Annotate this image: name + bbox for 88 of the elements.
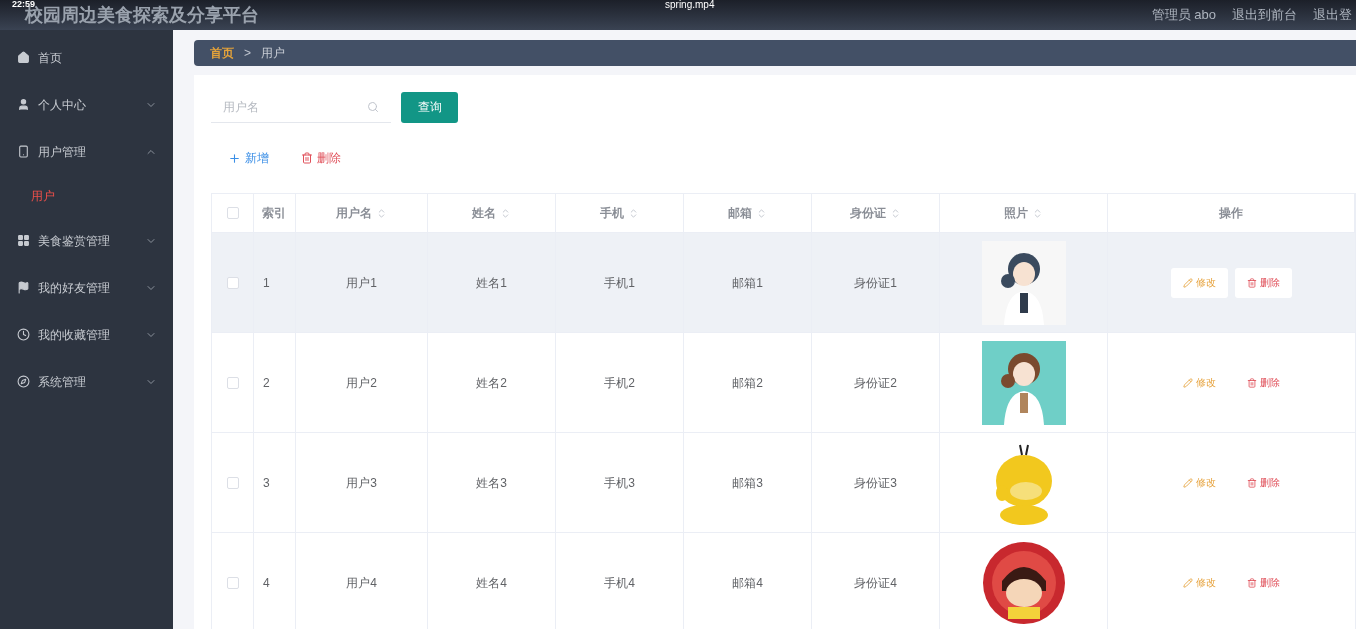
table-cell-text: 手机2: [604, 374, 635, 392]
sidebar-item[interactable]: 美食鉴赏管理: [0, 217, 173, 264]
column-header: 操作: [1219, 205, 1243, 222]
header-link[interactable]: 退出登: [1313, 5, 1352, 25]
table-cell-text: 邮箱2: [732, 374, 763, 392]
table-cell-text: 用户4: [346, 574, 377, 592]
select-all-checkbox[interactable]: [226, 207, 239, 219]
table-cell-text: 邮箱1: [732, 274, 763, 292]
trash-icon: [1247, 477, 1257, 488]
table-cell-text: 身份证3: [854, 474, 897, 492]
admin-name: 管理员 abo: [1151, 6, 1216, 25]
table-cell-text: 邮箱4: [732, 574, 763, 592]
sidebar-subitem[interactable]: 用户: [0, 175, 173, 217]
row-checkbox[interactable]: [226, 376, 239, 389]
table-cell-text: 身份证1: [854, 274, 897, 292]
table-cell-text: 手机1: [604, 274, 635, 292]
breadcrumb-item[interactable]: 首页: [210, 44, 234, 62]
pencil-icon: [1183, 377, 1193, 388]
query-button[interactable]: 查询: [401, 91, 458, 123]
header-link[interactable]: 退出到前台: [1232, 5, 1297, 25]
table-cell-text: 身份证2: [854, 374, 897, 392]
flag-icon: [17, 281, 30, 294]
sort-icon[interactable]: [500, 207, 511, 219]
edit-button[interactable]: 修改: [1171, 367, 1228, 398]
add-button[interactable]: 新增: [228, 149, 269, 167]
edit-button[interactable]: 修改: [1171, 567, 1228, 598]
table-cell-text: 邮箱3: [732, 474, 763, 492]
column-header: 身份证: [850, 205, 886, 222]
table-cell-text: 手机3: [604, 474, 635, 492]
video-file-name: spring.mp4: [665, 0, 715, 10]
pencil-icon: [1183, 477, 1193, 488]
row-checkbox[interactable]: [226, 276, 239, 289]
row-delete-button[interactable]: 删除: [1235, 567, 1292, 598]
row-delete-button[interactable]: 删除: [1235, 367, 1292, 398]
compass-icon: [17, 375, 30, 388]
trash-icon: [1247, 577, 1257, 588]
home-icon: [17, 51, 30, 64]
table-cell-text: 用户3: [346, 474, 377, 492]
sort-icon[interactable]: [376, 207, 387, 219]
sort-icon[interactable]: [890, 207, 901, 219]
search-field[interactable]: 用户名: [211, 91, 391, 123]
pencil-icon: [1183, 277, 1193, 288]
table-cell-text: 姓名4: [476, 574, 507, 592]
plus-icon: [228, 151, 241, 165]
table-cell-text: 1: [263, 274, 270, 292]
row-delete-button[interactable]: 删除: [1235, 467, 1292, 498]
table-cell-text: 姓名3: [476, 474, 507, 492]
column-header: 姓名: [472, 205, 496, 222]
table-cell-text: 2: [263, 374, 270, 392]
delete-button[interactable]: 删除: [301, 149, 341, 167]
sidebar-item[interactable]: 系统管理: [0, 358, 173, 405]
column-header: 照片: [1004, 205, 1028, 222]
row-checkbox[interactable]: [226, 576, 239, 589]
sidebar-item[interactable]: 我的好友管理: [0, 264, 173, 311]
grid-icon: [17, 234, 30, 247]
row-delete-button[interactable]: 删除: [1235, 267, 1292, 298]
edit-button[interactable]: 修改: [1171, 467, 1228, 498]
table-cell-text: 3: [263, 474, 270, 492]
table-cell-text: 身份证4: [854, 574, 897, 592]
sidebar-item[interactable]: 我的收藏管理: [0, 311, 173, 358]
table-cell-text: 用户1: [346, 274, 377, 292]
trash-icon: [1247, 377, 1257, 388]
search-icon: [367, 101, 379, 113]
table-cell-text: 手机4: [604, 574, 635, 592]
phone-icon: [17, 145, 30, 158]
column-header: 用户名: [336, 205, 372, 222]
table-cell-text: 4: [263, 574, 270, 592]
row-checkbox[interactable]: [226, 476, 239, 489]
breadcrumb-item: 用户: [261, 45, 285, 62]
sidebar-item[interactable]: 首页: [0, 34, 173, 81]
table-cell-text: 用户2: [346, 374, 377, 392]
edit-button[interactable]: 修改: [1171, 267, 1228, 298]
pencil-icon: [1183, 577, 1193, 588]
table-cell-text: 姓名1: [476, 274, 507, 292]
breadcrumb-separator: >: [244, 45, 251, 62]
sort-icon[interactable]: [628, 207, 639, 219]
sidebar-item[interactable]: 个人中心: [0, 81, 173, 128]
column-header: 邮箱: [728, 205, 752, 222]
trash-icon: [1247, 277, 1257, 288]
clock-icon: [17, 328, 30, 341]
sidebar-item[interactable]: 用户管理: [0, 128, 173, 175]
sort-icon[interactable]: [756, 207, 767, 219]
sort-icon[interactable]: [1032, 207, 1043, 219]
trash-icon: [301, 152, 313, 164]
column-header: 手机: [600, 205, 624, 222]
user-icon: [17, 98, 30, 111]
table-cell-text: 姓名2: [476, 374, 507, 392]
column-header: 索引: [262, 205, 286, 222]
